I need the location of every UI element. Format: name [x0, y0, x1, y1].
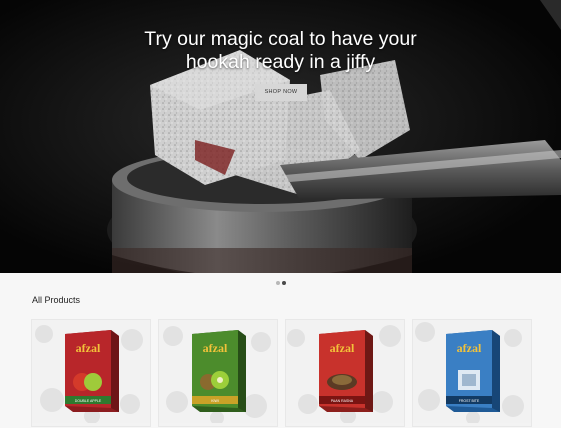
svg-text:afzal: afzal — [76, 341, 101, 355]
hero-title-line-1: Try our magic coal to have your — [144, 28, 417, 50]
hero-title: Try our magic coal to have your hookah r… — [0, 28, 561, 74]
product-card[interactable]: afzal DOUBLE APPLE — [31, 319, 151, 427]
svg-text:PAAN RASNA: PAAN RASNA — [331, 399, 354, 403]
carousel-indicators — [276, 281, 288, 286]
carousel-dot-1[interactable] — [276, 281, 280, 285]
svg-text:afzal: afzal — [203, 341, 228, 355]
product-card[interactable]: afzal KIWI — [158, 319, 278, 427]
card-footer — [286, 423, 404, 426]
product-image: afzal PAAN RASNA — [319, 330, 373, 412]
svg-text:DOUBLE APPLE: DOUBLE APPLE — [75, 399, 102, 403]
svg-text:KIWI: KIWI — [211, 399, 219, 403]
product-card[interactable]: afzal PAAN RASNA — [285, 319, 405, 427]
card-footer — [32, 423, 150, 426]
card-footer — [159, 423, 277, 426]
card-footer — [413, 423, 531, 426]
svg-text:FROST BITE: FROST BITE — [459, 399, 480, 403]
section-title: All Products — [32, 295, 81, 305]
hero-banner: Try our magic coal to have your hookah r… — [0, 0, 561, 273]
carousel-dot-2[interactable] — [282, 281, 286, 285]
shop-now-button[interactable]: SHOP NOW — [255, 84, 307, 101]
svg-text:afzal: afzal — [457, 341, 482, 355]
product-image: afzal DOUBLE APPLE — [65, 330, 119, 412]
product-grid: afzal DOUBLE APPLE afzal KIWI afzal PAAN… — [31, 319, 532, 428]
product-image: afzal FROST BITE — [446, 330, 500, 412]
product-image: afzal KIWI — [192, 330, 246, 412]
hero-title-line-2: hookah ready in a jiffy — [185, 51, 376, 73]
svg-text:afzal: afzal — [330, 341, 355, 355]
product-card[interactable]: afzal FROST BITE — [412, 319, 532, 427]
